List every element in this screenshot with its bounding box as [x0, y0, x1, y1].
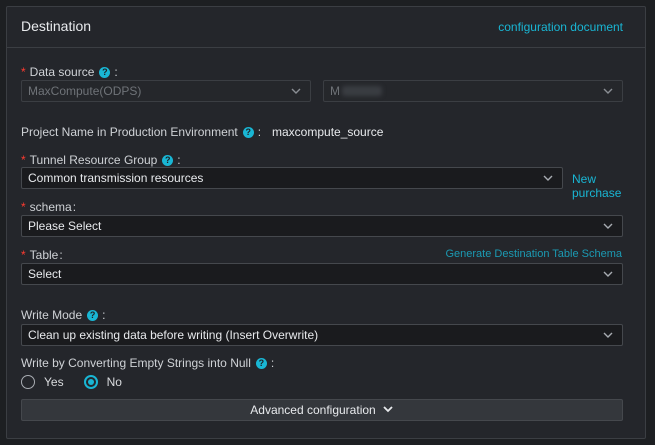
radio-no[interactable]: No — [83, 375, 122, 389]
help-icon[interactable]: ? — [87, 309, 99, 321]
write-mode-label: Write Mode ? : — [21, 308, 106, 322]
radio-yes[interactable]: Yes — [21, 375, 64, 389]
required-marker: * — [21, 248, 26, 262]
chevron-down-icon — [602, 221, 614, 231]
write-mode-select[interactable]: Clean up existing data before writing (I… — [21, 324, 623, 346]
chevron-down-icon — [290, 86, 302, 96]
help-icon[interactable]: ? — [99, 66, 111, 78]
empty-to-null-label: Write by Converting Empty Strings into N… — [21, 356, 275, 370]
empty-to-null-radio-group: Yes No — [21, 375, 142, 389]
new-purchase-link[interactable]: New purchase — [572, 172, 645, 200]
tunnel-resource-group-label: * Tunnel Resource Group ? : — [21, 153, 181, 167]
required-marker: * — [21, 153, 26, 167]
data-source-name-select: M — [323, 80, 623, 102]
chevron-down-icon — [542, 173, 554, 183]
panel-title: Destination — [21, 18, 92, 34]
chevron-down-icon — [602, 269, 614, 279]
chevron-down-icon — [382, 403, 394, 417]
panel-header: Destination configuration document — [7, 7, 645, 48]
chevron-down-icon — [602, 86, 614, 96]
advanced-configuration-button[interactable]: Advanced configuration — [21, 399, 623, 421]
configuration-document-link[interactable]: configuration document — [498, 20, 623, 34]
radio-circle[interactable] — [21, 375, 35, 389]
destination-panel: Destination configuration document * Dat… — [6, 6, 646, 439]
tunnel-resource-group-select[interactable]: Common transmission resources — [21, 167, 563, 189]
redacted-text — [342, 86, 382, 96]
help-icon[interactable]: ? — [162, 154, 174, 166]
radio-circle-checked[interactable] — [83, 375, 98, 389]
table-select[interactable]: Select — [21, 263, 623, 285]
required-marker: * — [21, 65, 26, 79]
data-source-label: * Data source ? : — [21, 65, 118, 79]
data-source-type-select: MaxCompute(ODPS) — [21, 80, 311, 102]
chevron-down-icon — [602, 330, 614, 340]
table-label: * Table : — [21, 248, 63, 262]
schema-select[interactable]: Please Select — [21, 215, 623, 237]
generate-destination-table-schema-link[interactable]: Generate Destination Table Schema — [445, 248, 622, 260]
schema-label: * schema : — [21, 200, 77, 214]
project-name-value: maxcompute_source — [272, 125, 384, 139]
help-icon[interactable]: ? — [242, 126, 254, 138]
help-icon[interactable]: ? — [255, 357, 267, 369]
project-name-label: Project Name in Production Environment ?… — [21, 125, 262, 139]
required-marker: * — [21, 200, 26, 214]
